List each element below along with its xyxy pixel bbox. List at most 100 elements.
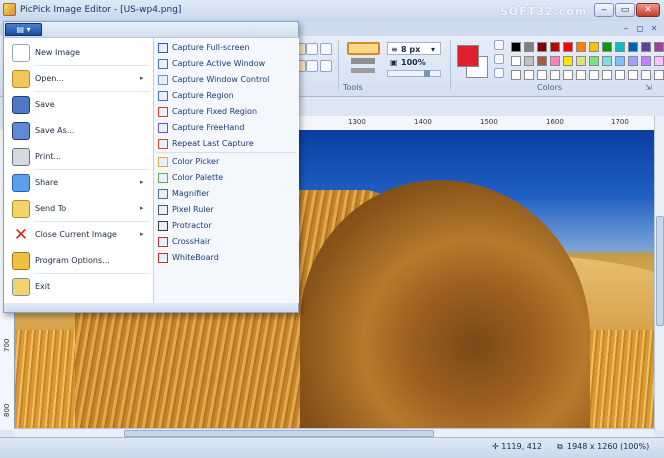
capture-item-magnifier[interactable]: Magnifier xyxy=(158,186,298,202)
mdi-minimize-button[interactable]: ‒ xyxy=(620,23,632,34)
color-swatch[interactable] xyxy=(550,42,560,52)
color-swatch[interactable] xyxy=(563,42,573,52)
color-swatch[interactable] xyxy=(654,56,664,66)
submenu-arrow-icon: ▸ xyxy=(140,74,144,82)
capture-item-capture-active-window[interactable]: Capture Active Window xyxy=(158,56,298,72)
outline-style-button[interactable] xyxy=(347,42,380,55)
capture-item-capture-fixed-region[interactable]: Capture Fixed Region xyxy=(158,104,298,120)
menu-item-label: Close Current Image xyxy=(35,230,117,239)
capture-item-repeat-last-capture[interactable]: Repeat Last Capture xyxy=(158,136,298,152)
menu-item-open[interactable]: Open... ▸ xyxy=(4,66,153,92)
minimize-button[interactable]: ‒ xyxy=(594,3,614,17)
primary-color-box[interactable] xyxy=(457,45,479,67)
color-swatch[interactable] xyxy=(511,56,521,66)
capture-item-color-picker[interactable]: Color Picker xyxy=(158,154,298,170)
color-swatch[interactable] xyxy=(641,42,651,52)
slider-thumb[interactable] xyxy=(424,70,430,77)
mdi-restore-button[interactable]: ◻ xyxy=(634,23,646,34)
color-swatch[interactable] xyxy=(576,42,586,52)
color-swatch[interactable] xyxy=(602,56,612,66)
color-swatch[interactable] xyxy=(589,70,599,80)
eraser-icon[interactable] xyxy=(320,43,332,55)
close-image-icon: ✕ xyxy=(12,225,30,245)
capture-item-capture-freehand[interactable]: Capture FreeHand xyxy=(158,120,298,136)
color-swatch[interactable] xyxy=(628,42,638,52)
capture-item-crosshair[interactable]: CrossHair xyxy=(158,234,298,250)
capture-fixed-region-icon xyxy=(158,107,168,117)
menu-item-new-image[interactable]: New Image xyxy=(4,40,153,66)
color-swatch[interactable] xyxy=(537,56,547,66)
capture-item-whiteboard[interactable]: WhiteBoard xyxy=(158,250,298,266)
mdi-close-button[interactable]: ✕ xyxy=(648,23,660,34)
capture-item-color-palette[interactable]: Color Palette xyxy=(158,170,298,186)
swap-colors-icon[interactable] xyxy=(494,40,504,50)
watermark: SOFT32.com xyxy=(500,5,588,18)
color-swatch[interactable] xyxy=(602,42,612,52)
color-swatch[interactable] xyxy=(576,56,586,66)
color-swatch[interactable] xyxy=(524,42,534,52)
color-swatch[interactable] xyxy=(576,70,586,80)
capture-item-capture-window-control[interactable]: Capture Window Control xyxy=(158,72,298,88)
color-swatch[interactable] xyxy=(615,70,625,80)
file-commands: New Image Open... ▸ Save Save As... Print... S… xyxy=(4,38,153,303)
menu-item-close-current-image[interactable]: ✕ Close Current Image ▸ xyxy=(4,222,153,248)
ruler-label: 700 xyxy=(3,338,11,352)
color-swatch[interactable] xyxy=(511,70,521,80)
line-style-button[interactable] xyxy=(351,68,375,73)
color-swatch[interactable] xyxy=(654,70,664,80)
fill-icon[interactable] xyxy=(306,43,318,55)
app-icon[interactable] xyxy=(3,3,16,16)
stroke-size-select[interactable]: ≡ 8 px ▾ xyxy=(387,42,441,55)
color-swatch[interactable] xyxy=(537,70,547,80)
color-swatch[interactable] xyxy=(641,56,651,66)
color-swatch[interactable] xyxy=(615,56,625,66)
zoom-value: 100% xyxy=(401,58,426,67)
menu-item-exit[interactable]: Exit xyxy=(4,274,153,300)
capture-item-protractor[interactable]: Protractor xyxy=(158,218,298,234)
color-swatch[interactable] xyxy=(550,56,560,66)
save-as-icon xyxy=(12,122,30,140)
vertical-scroll-thumb[interactable] xyxy=(656,216,664,326)
color-swatch[interactable] xyxy=(589,42,599,52)
menu-item-share[interactable]: Share ▸ xyxy=(4,170,153,196)
color-swatch[interactable] xyxy=(524,70,534,80)
color-swatch[interactable] xyxy=(511,42,521,52)
color-swatch[interactable] xyxy=(537,42,547,52)
whiteboard-icon xyxy=(158,253,168,263)
opacity-slider[interactable] xyxy=(387,70,441,77)
color-swatch[interactable] xyxy=(615,42,625,52)
capture-item-capture-region[interactable]: Capture Region xyxy=(158,88,298,104)
menu-item-save-as[interactable]: Save As... xyxy=(4,118,153,144)
color-swatch[interactable] xyxy=(589,56,599,66)
menu-item-print[interactable]: Print... xyxy=(4,144,153,170)
fill-style-button[interactable] xyxy=(351,58,375,64)
line-icon[interactable] xyxy=(320,60,332,72)
rectangle-icon[interactable] xyxy=(306,60,318,72)
capture-item-pixel-ruler[interactable]: Pixel Ruler xyxy=(158,202,298,218)
color-swatch[interactable] xyxy=(563,70,573,80)
capture-item-label: Capture FreeHand xyxy=(172,123,245,132)
application-menu-header: ▤ ▾ xyxy=(4,22,298,38)
color-swatch[interactable] xyxy=(628,56,638,66)
application-menu-button[interactable]: ▤ ▾ xyxy=(5,23,42,36)
vertical-scrollbar[interactable] xyxy=(654,116,664,430)
color-swatch[interactable] xyxy=(524,56,534,66)
menu-item-save[interactable]: Save xyxy=(4,92,153,118)
color-swatch[interactable] xyxy=(563,56,573,66)
color-swatch[interactable] xyxy=(602,70,612,80)
close-button[interactable]: ✕ xyxy=(636,3,660,17)
color-swatch[interactable] xyxy=(628,70,638,80)
color-swatch[interactable] xyxy=(550,70,560,80)
menu-item-program-options[interactable]: Program Options... xyxy=(4,248,153,274)
horizontal-scroll-thumb[interactable] xyxy=(124,430,434,437)
menu-item-send-to[interactable]: Send To ▸ xyxy=(4,196,153,222)
color-swatch[interactable] xyxy=(654,42,664,52)
reset-colors-icon[interactable] xyxy=(494,54,504,64)
color-swatch[interactable] xyxy=(641,70,651,80)
eyedropper-icon[interactable] xyxy=(494,68,504,78)
protractor-icon xyxy=(158,221,168,231)
capture-item-capture-full-screen[interactable]: Capture Full-screen xyxy=(158,40,298,56)
maximize-button[interactable]: ▭ xyxy=(615,3,635,17)
menu-separator xyxy=(34,65,150,66)
dialog-launcher-icon[interactable]: ⇲ xyxy=(645,83,652,92)
